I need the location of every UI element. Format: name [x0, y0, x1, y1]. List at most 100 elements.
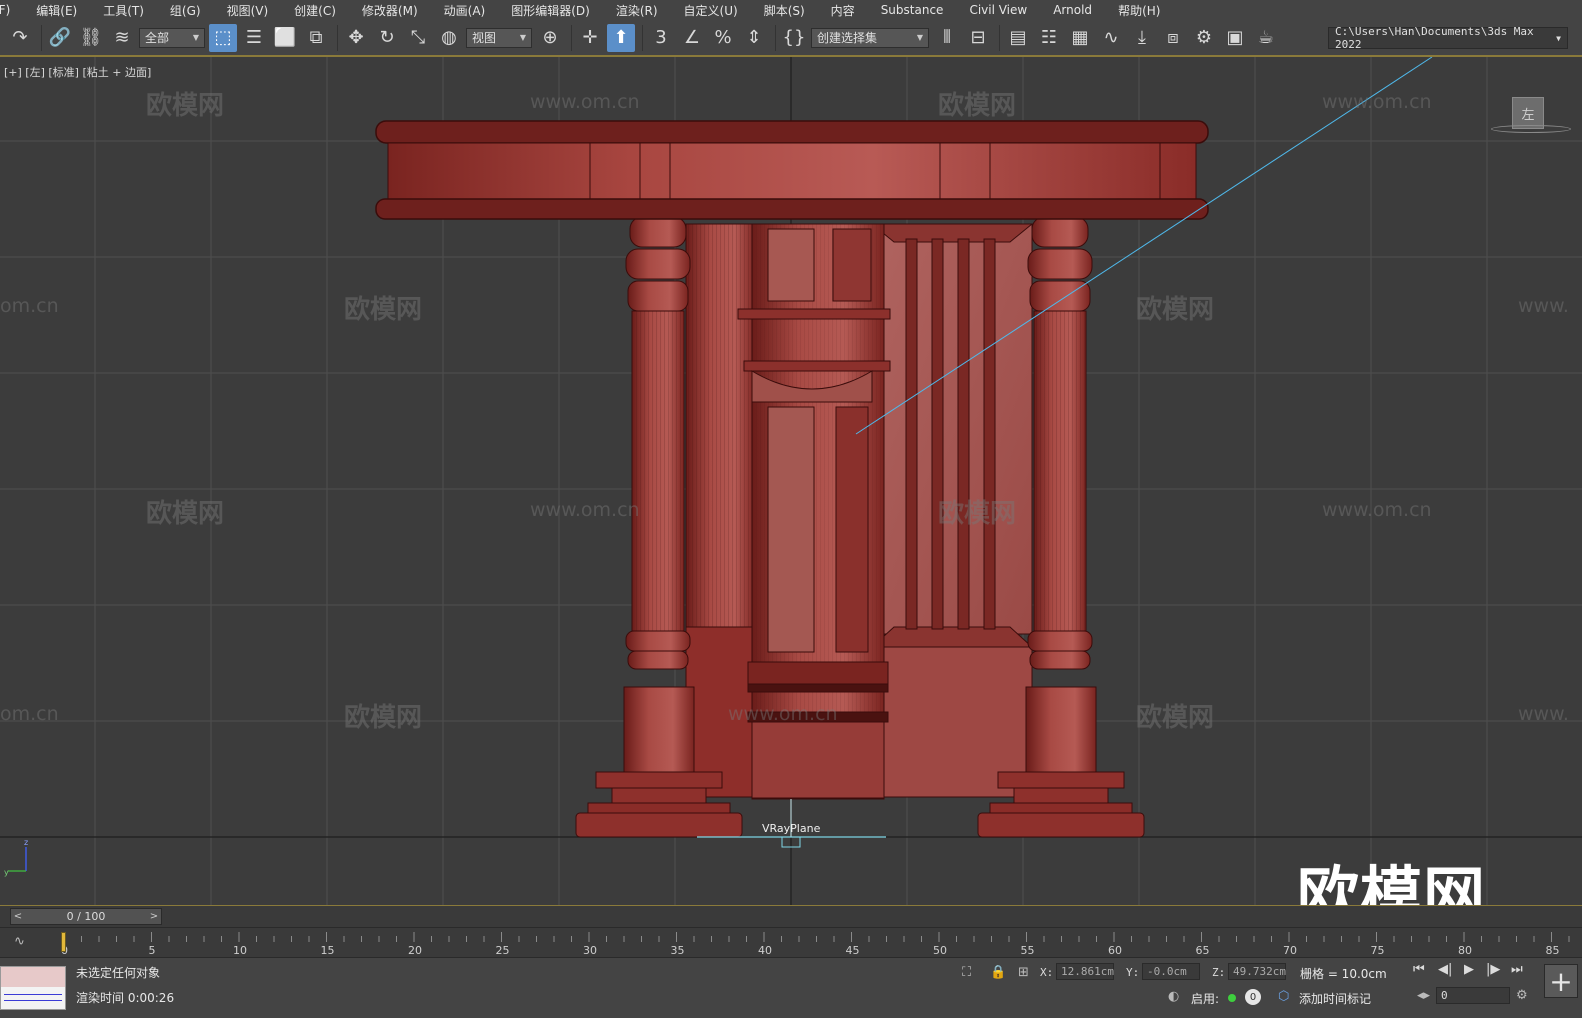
reference-coord-dropdown[interactable]: 视图 ▼ — [466, 27, 532, 48]
time-configuration-icon[interactable]: ⚙ — [1516, 988, 1528, 1003]
y-label: Y: — [1126, 966, 1140, 979]
toolbar-separator — [775, 24, 776, 51]
menu-item[interactable]: (F) — [0, 3, 23, 17]
menu-item[interactable]: Substance — [868, 3, 957, 17]
menu-item[interactable]: 编辑(E) — [23, 2, 90, 19]
timeline-ruler[interactable]: 0510152025303540455055606570758085 — [60, 928, 1580, 958]
left-viewport[interactable]: [+] [左] [标准] [粘土 + 边面] 左 欧模网 www.om.cn 欧… — [0, 57, 1582, 905]
current-frame-field[interactable]: 0 — [1436, 987, 1510, 1004]
z-coordinate-field[interactable]: 49.732cm — [1228, 963, 1286, 980]
rendered-frame-window-icon[interactable]: ▣ — [1221, 24, 1249, 52]
percent-snap-icon[interactable]: % — [709, 24, 737, 52]
y-coordinate-field[interactable]: -0.0cm — [1142, 963, 1200, 980]
menu-item[interactable]: 内容 — [818, 2, 868, 19]
keyboard-shortcut-override-icon[interactable]: ⬆ — [607, 23, 635, 52]
render-teapot-icon[interactable]: ☕ — [1252, 24, 1280, 52]
play-icon[interactable]: ▶ — [1464, 962, 1474, 977]
toolbar-separator — [337, 24, 338, 51]
menu-item[interactable]: 动画(A) — [431, 2, 499, 19]
unlink-icon[interactable]: ⛓ — [77, 24, 105, 52]
named-selection-dropdown[interactable]: 创建选择集 ▼ — [811, 27, 929, 48]
track-bar[interactable]: ∿ 0510152025303540455055606570758085 — [0, 927, 1582, 958]
watermark: www.om.cn — [1322, 91, 1432, 113]
scale-icon[interactable]: ⤡ — [404, 24, 432, 52]
named-selection-value: 创建选择集 — [817, 31, 878, 45]
menu-item[interactable]: 渲染(R) — [603, 2, 671, 19]
redo-icon[interactable]: ↷ — [6, 24, 34, 52]
move-icon[interactable]: ✥ — [342, 24, 370, 52]
select-manipulate-icon[interactable]: ✛ — [576, 24, 604, 52]
dope-sheet-icon[interactable]: ⤓ — [1128, 24, 1156, 52]
ruler-tick-label: 55 — [1021, 944, 1035, 957]
current-frame-marker[interactable] — [61, 932, 66, 952]
toolbar-separator — [999, 24, 1000, 51]
time-tag-icon[interactable]: ⬡ — [1278, 989, 1289, 1004]
menu-item[interactable]: 帮助(H) — [1105, 2, 1173, 19]
command-panel-create-button[interactable]: + — [1544, 964, 1578, 998]
snaps-toggle-icon[interactable]: 3 — [647, 24, 675, 52]
spinner-snap-icon[interactable]: ⇕ — [740, 24, 768, 52]
go-to-end-icon[interactable]: ⏭ — [1511, 962, 1523, 977]
previous-frame-button-icon[interactable]: ◀| — [1438, 962, 1452, 977]
scene-explorer-icon[interactable]: ▤ — [1004, 24, 1032, 52]
chevron-down-icon: ▼ — [1556, 33, 1561, 43]
angle-snap-icon[interactable]: ∠ — [678, 24, 706, 52]
counter-badge[interactable]: 0 — [1245, 989, 1261, 1005]
maxscript-listener-thumbnail[interactable] — [0, 966, 66, 1010]
menu-item[interactable]: Civil View — [956, 3, 1040, 17]
next-frame-icon[interactable]: > — [147, 911, 161, 922]
menu-item[interactable]: 组(G) — [157, 2, 214, 19]
curve-editor-icon[interactable]: ∿ — [1097, 24, 1125, 52]
viewcube[interactable]: 左 — [1491, 97, 1571, 137]
viewport-label[interactable]: [+] [左] [标准] [粘土 + 边面] — [4, 64, 151, 80]
logo-watermark: 欧模网 — [1297, 859, 1487, 905]
x-coordinate-field[interactable]: 12.861cm — [1056, 963, 1114, 980]
project-path-value: C:\Users\Han\Documents\3ds Max 2022 — [1335, 25, 1534, 51]
ruler-tick-label: 35 — [671, 944, 685, 957]
ruler-tick-label: 30 — [583, 944, 597, 957]
selection-filter-dropdown[interactable]: 全部 ▼ — [139, 27, 205, 48]
menu-item[interactable]: 自定义(U) — [671, 2, 751, 19]
selection-filter-value: 全部 — [145, 31, 170, 45]
thumbnail-line — [4, 994, 62, 995]
menu-item[interactable]: 工具(T) — [90, 2, 157, 19]
lock-icon[interactable]: 🔒 — [990, 965, 1006, 980]
window-crossing-icon[interactable]: ⧉ — [302, 24, 330, 52]
link-icon[interactable]: 🔗 — [46, 24, 74, 52]
layer-explorer-icon[interactable]: ☷ — [1035, 24, 1063, 52]
mirror-icon[interactable]: ⫴ — [933, 24, 961, 52]
select-by-name-icon[interactable]: ☰ — [240, 24, 268, 52]
schematic-view-icon[interactable]: ⧈ — [1159, 24, 1187, 52]
menu-item[interactable]: 脚本(S) — [751, 2, 818, 19]
key-mode-toggle-icon[interactable]: ◂▸ — [1417, 988, 1430, 1003]
render-setup-icon[interactable]: ⚙ — [1190, 24, 1218, 52]
bind-spacewarp-icon[interactable]: ≋ — [108, 24, 136, 52]
go-to-start-icon[interactable]: ⏮ — [1413, 962, 1425, 977]
add-time-tag[interactable]: 添加时间标记 — [1299, 990, 1371, 1007]
adaptive-degradation-icon[interactable]: ◐ — [1168, 989, 1179, 1004]
pivot-center-icon[interactable]: ⊕ — [536, 24, 564, 52]
edit-named-selection-icon[interactable]: {} — [780, 24, 808, 52]
menu-item[interactable]: 视图(V) — [214, 2, 282, 19]
menu-item[interactable]: 修改器(M) — [349, 2, 431, 19]
menu-item[interactable]: 创建(C) — [281, 2, 349, 19]
watermark: 欧模网 — [1136, 703, 1215, 733]
previous-frame-icon[interactable]: < — [11, 911, 25, 922]
grid-readout: 栅格 = 10.0cm — [1300, 967, 1387, 981]
absolute-mode-icon[interactable]: ⊞ — [1018, 965, 1029, 980]
watermark: www.om.cn — [530, 499, 640, 521]
project-path-field[interactable]: C:\Users\Han\Documents\3ds Max 2022 ▼ — [1328, 25, 1568, 51]
place-icon[interactable]: ◍ — [435, 24, 463, 52]
menu-item[interactable]: Arnold — [1040, 3, 1105, 17]
ribbon-toggle-icon[interactable]: ▦ — [1066, 24, 1094, 52]
menu-item[interactable]: 图形编辑器(D) — [498, 2, 603, 19]
rotate-icon[interactable]: ↻ — [373, 24, 401, 52]
align-icon[interactable]: ⊟ — [964, 24, 992, 52]
rectangular-selection-icon[interactable]: ⬜ — [271, 24, 299, 52]
time-slider[interactable]: < 0 / 100 > — [10, 908, 162, 925]
isolate-selection-icon[interactable]: ⛶ — [962, 965, 971, 980]
viewcube-ring[interactable] — [1491, 125, 1571, 133]
next-frame-button-icon[interactable]: |▶ — [1486, 962, 1500, 977]
curve-editor-mini-icon[interactable]: ∿ — [14, 934, 25, 949]
select-object-icon[interactable]: ⬚ — [209, 23, 237, 52]
